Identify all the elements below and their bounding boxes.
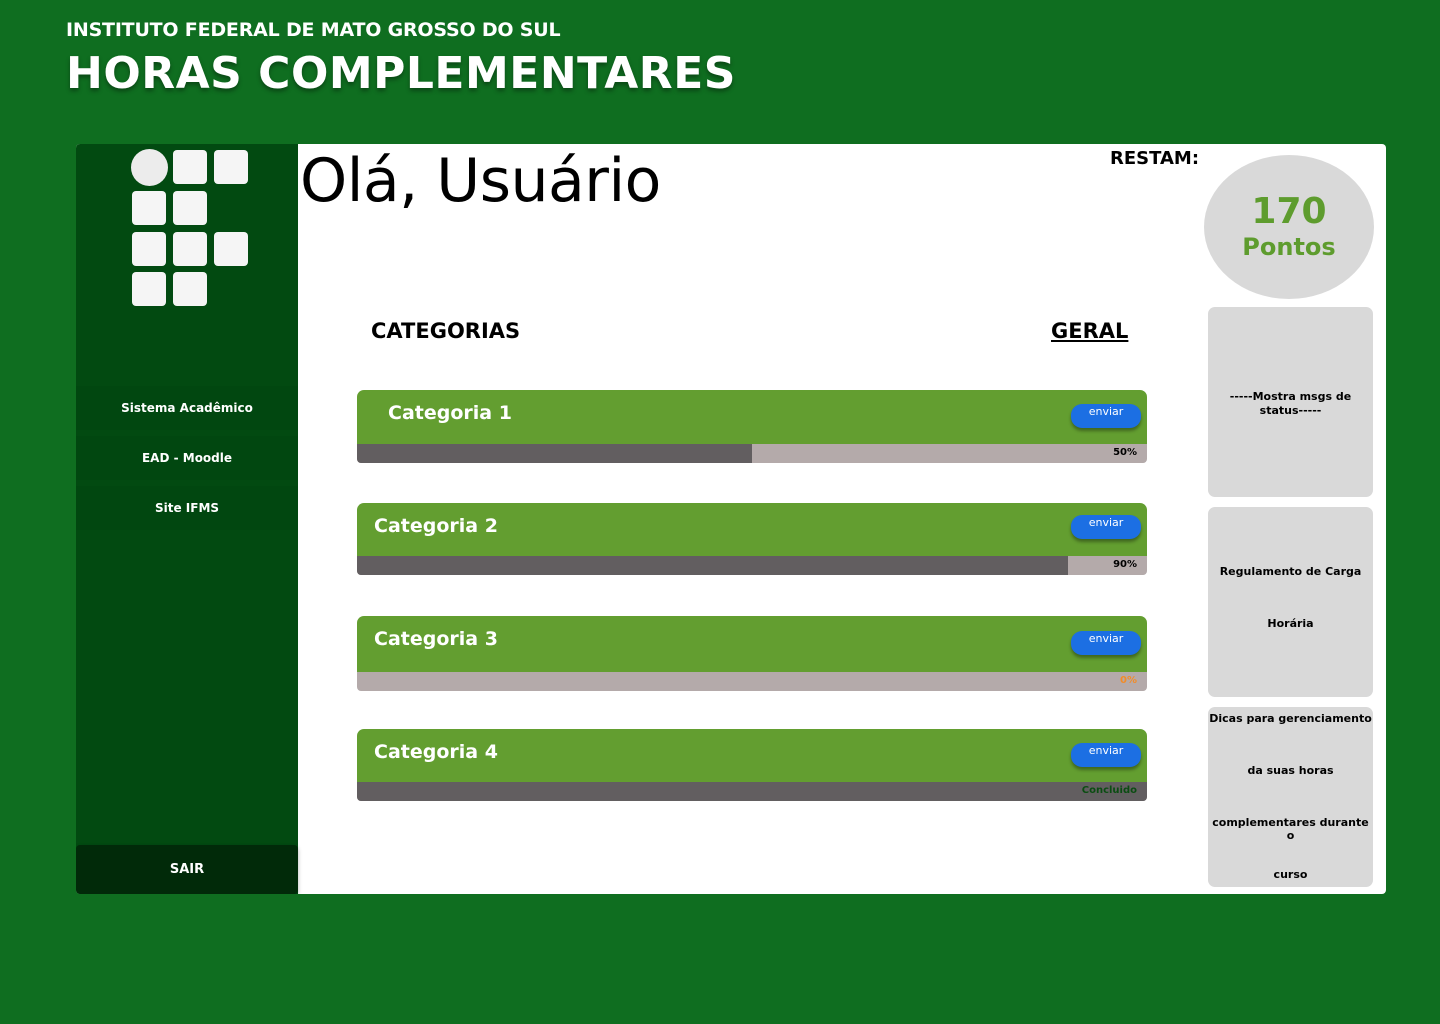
main-card: Sistema Acadêmico EAD - Moodle Site IFMS… <box>76 144 1386 894</box>
progress-bar: 90% <box>357 556 1147 575</box>
sidebar-item-ead-moodle[interactable]: EAD - Moodle <box>76 436 298 480</box>
progress-fill <box>357 444 752 463</box>
regulation-line-1: Regulamento de Carga <box>1219 565 1362 578</box>
remaining-label: RESTAM: <box>1110 148 1200 169</box>
logout-button[interactable]: SAIR <box>76 845 298 894</box>
progress-bar: 50% <box>357 444 1147 463</box>
regulation-link[interactable]: Regulamento de Carga Horária <box>1208 507 1373 697</box>
category-name: Categoria 2 <box>374 515 498 537</box>
general-tab[interactable]: GERAL <box>1051 319 1128 343</box>
tips-line-2: da suas horas <box>1247 764 1334 777</box>
points-unit: Pontos <box>1242 233 1336 261</box>
category-header: Categoria 2 enviar <box>357 503 1147 556</box>
category-header: Categoria 1 enviar <box>357 390 1147 444</box>
tips-line-1: Dicas para gerenciamento <box>1209 712 1372 725</box>
category-name: Categoria 4 <box>374 741 498 763</box>
send-button[interactable]: enviar <box>1071 404 1141 428</box>
tips-link[interactable]: Dicas para gerenciamento da suas horas c… <box>1208 707 1373 887</box>
greeting: Olá, Usuário <box>300 146 661 216</box>
points-value: 170 <box>1251 191 1327 232</box>
category-name: Categoria 1 <box>388 402 512 424</box>
progress-text: 50% <box>1113 447 1137 458</box>
app-title: HORAS COMPLEMENTARES <box>66 48 736 99</box>
points-badge: 170 Pontos <box>1204 155 1374 299</box>
progress-bar: 0% <box>357 672 1147 691</box>
regulation-line-2: Horária <box>1267 617 1314 630</box>
tips-line-3: complementares durante o <box>1212 816 1369 842</box>
status-messages-box: -----Mostra msgs de status----- <box>1208 307 1373 497</box>
progress-text: Concluido <box>1081 785 1137 796</box>
categories-heading: CATEGORIAS <box>371 319 521 343</box>
sidebar-item-site-ifms[interactable]: Site IFMS <box>76 486 298 530</box>
status-messages-text: -----Mostra msgs de status----- <box>1229 390 1352 417</box>
progress-bar: Concluido <box>357 782 1147 801</box>
progress-text: 90% <box>1113 559 1137 570</box>
send-button[interactable]: enviar <box>1071 631 1141 655</box>
sidebar-item-sistema-academico[interactable]: Sistema Acadêmico <box>76 386 298 430</box>
send-button[interactable]: enviar <box>1071 743 1141 767</box>
institute-name: INSTITUTO FEDERAL DE MATO GROSSO DO SUL <box>66 19 561 41</box>
category-header: Categoria 3 enviar <box>357 616 1147 672</box>
ifms-logo-icon <box>131 149 251 309</box>
send-button[interactable]: enviar <box>1071 515 1141 539</box>
progress-text: 0% <box>1120 675 1137 686</box>
progress-fill <box>357 782 1147 801</box>
tips-line-4: curso <box>1273 868 1308 881</box>
progress-fill <box>357 556 1068 575</box>
sidebar: Sistema Acadêmico EAD - Moodle Site IFMS… <box>76 144 298 894</box>
category-header: Categoria 4 enviar <box>357 729 1147 782</box>
category-name: Categoria 3 <box>374 628 498 650</box>
